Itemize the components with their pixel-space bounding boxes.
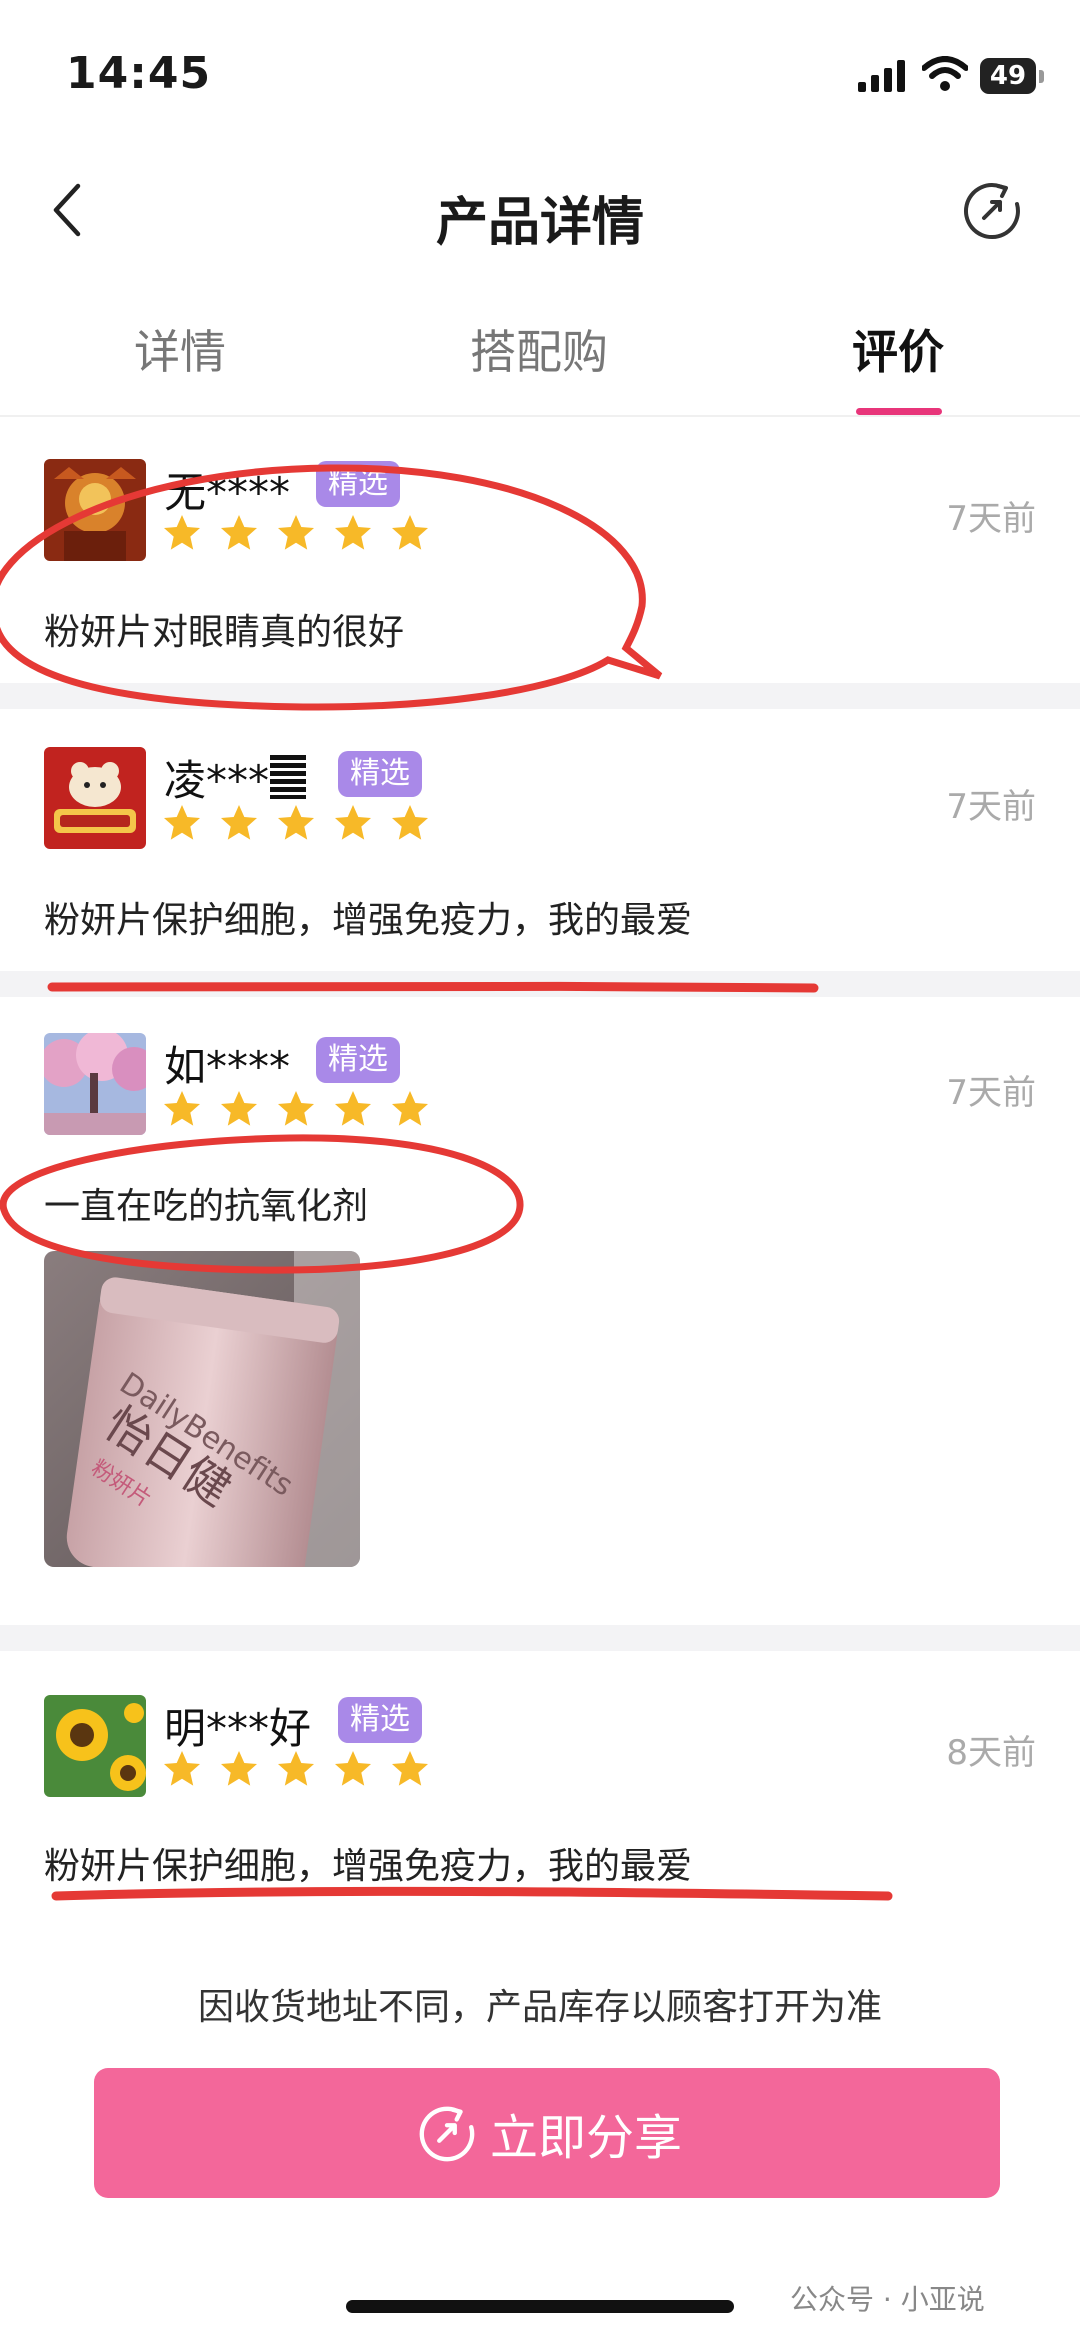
share-refresh-icon[interactable] xyxy=(960,178,1024,242)
rating-stars xyxy=(162,1749,447,1793)
featured-badge: 精选 xyxy=(338,751,422,797)
rating-stars xyxy=(162,803,447,847)
divider xyxy=(0,683,1080,709)
review-date: 7天前 xyxy=(946,1073,1036,1113)
status-bar: 14:45 49 xyxy=(0,0,1080,150)
avatar xyxy=(44,747,146,849)
review-card: 明***好 精选 8天前 粉妍片保护细胞，增强免疫力，我的最爱 xyxy=(0,1651,1080,1913)
star-icon xyxy=(278,1091,314,1126)
star-icon xyxy=(335,805,371,840)
reviewer-name: 无**** xyxy=(164,468,291,517)
review-date: 7天前 xyxy=(946,499,1036,539)
review-text: 粉妍片保护细胞，增强免疫力，我的最爱 xyxy=(44,1846,693,1887)
tab-reviews[interactable]: 评价 xyxy=(852,316,944,382)
battery-level: 49 xyxy=(989,61,1027,91)
signal-icon xyxy=(858,60,905,92)
tab-bar: 详情 搭配购 评价 xyxy=(0,290,1080,417)
star-icon xyxy=(392,1751,428,1786)
reviewer-name: 如**** xyxy=(164,1042,291,1091)
star-icon xyxy=(278,1751,314,1786)
page-title: 产品详情 xyxy=(435,193,644,253)
star-icon xyxy=(164,1091,200,1126)
avatar xyxy=(44,1695,146,1797)
review-card: 凌*** 精选 7天前 粉妍片保护细胞，增强免疫力，我的最爱 xyxy=(0,709,1080,971)
rating-stars xyxy=(162,1089,447,1133)
star-icon xyxy=(335,1091,371,1126)
review-date: 8天前 xyxy=(946,1733,1036,1773)
review-photo[interactable]: DailyBenefits 怡日健 粉妍片 xyxy=(44,1251,360,1567)
reviewer-name: 明***好 xyxy=(164,1704,312,1753)
star-icon xyxy=(335,1751,371,1786)
watermark: 公众号 · 小亚说 xyxy=(790,2283,985,2316)
share-icon xyxy=(419,2106,475,2162)
share-now-button[interactable]: 立即分享 xyxy=(94,2068,1000,2198)
featured-badge: 精选 xyxy=(316,1037,400,1083)
star-icon xyxy=(221,1091,257,1126)
avatar xyxy=(44,1033,146,1135)
divider xyxy=(0,1625,1080,1651)
rating-stars xyxy=(162,513,447,557)
star-icon xyxy=(164,515,200,550)
battery-icon: 49 xyxy=(980,58,1044,96)
review-text: 一直在吃的抗氧化剂 xyxy=(44,1186,369,1227)
wifi-icon xyxy=(922,56,968,91)
star-icon xyxy=(392,515,428,550)
star-icon xyxy=(164,805,200,840)
review-text: 粉妍片对眼睛真的很好 xyxy=(44,612,405,653)
star-icon xyxy=(221,805,257,840)
review-card: 如**** 精选 7天前 一直在吃的抗氧化剂 DailyBenefits 怡日健… xyxy=(0,997,1080,1625)
star-icon xyxy=(392,805,428,840)
tab-bundle[interactable]: 搭配购 xyxy=(470,316,608,382)
nav-bar: 产品详情 xyxy=(0,150,1080,270)
status-time: 14:45 xyxy=(66,48,212,99)
star-icon xyxy=(164,1751,200,1786)
divider xyxy=(0,971,1080,997)
featured-badge: 精选 xyxy=(338,1697,422,1743)
review-card: 无**** 精选 7天前 粉妍片对眼睛真的很好 xyxy=(0,417,1080,683)
tab-active-indicator xyxy=(856,408,942,415)
avatar xyxy=(44,459,146,561)
stock-notice: 因收货地址不同，产品库存以顾客打开为准 xyxy=(197,1987,882,2028)
tab-details[interactable]: 详情 xyxy=(134,316,226,382)
star-icon xyxy=(335,515,371,550)
home-indicator[interactable] xyxy=(346,2300,734,2313)
share-now-label: 立即分享 xyxy=(490,2110,683,2166)
review-date: 7天前 xyxy=(946,787,1036,827)
reviewer-name: 凌*** xyxy=(164,756,270,805)
star-icon xyxy=(221,1751,257,1786)
featured-badge: 精选 xyxy=(316,461,400,507)
star-icon xyxy=(278,515,314,550)
hexagram-icon xyxy=(270,755,306,799)
review-text: 粉妍片保护细胞，增强免疫力，我的最爱 xyxy=(44,900,693,941)
star-icon xyxy=(392,1091,428,1126)
star-icon xyxy=(221,515,257,550)
star-icon xyxy=(278,805,314,840)
